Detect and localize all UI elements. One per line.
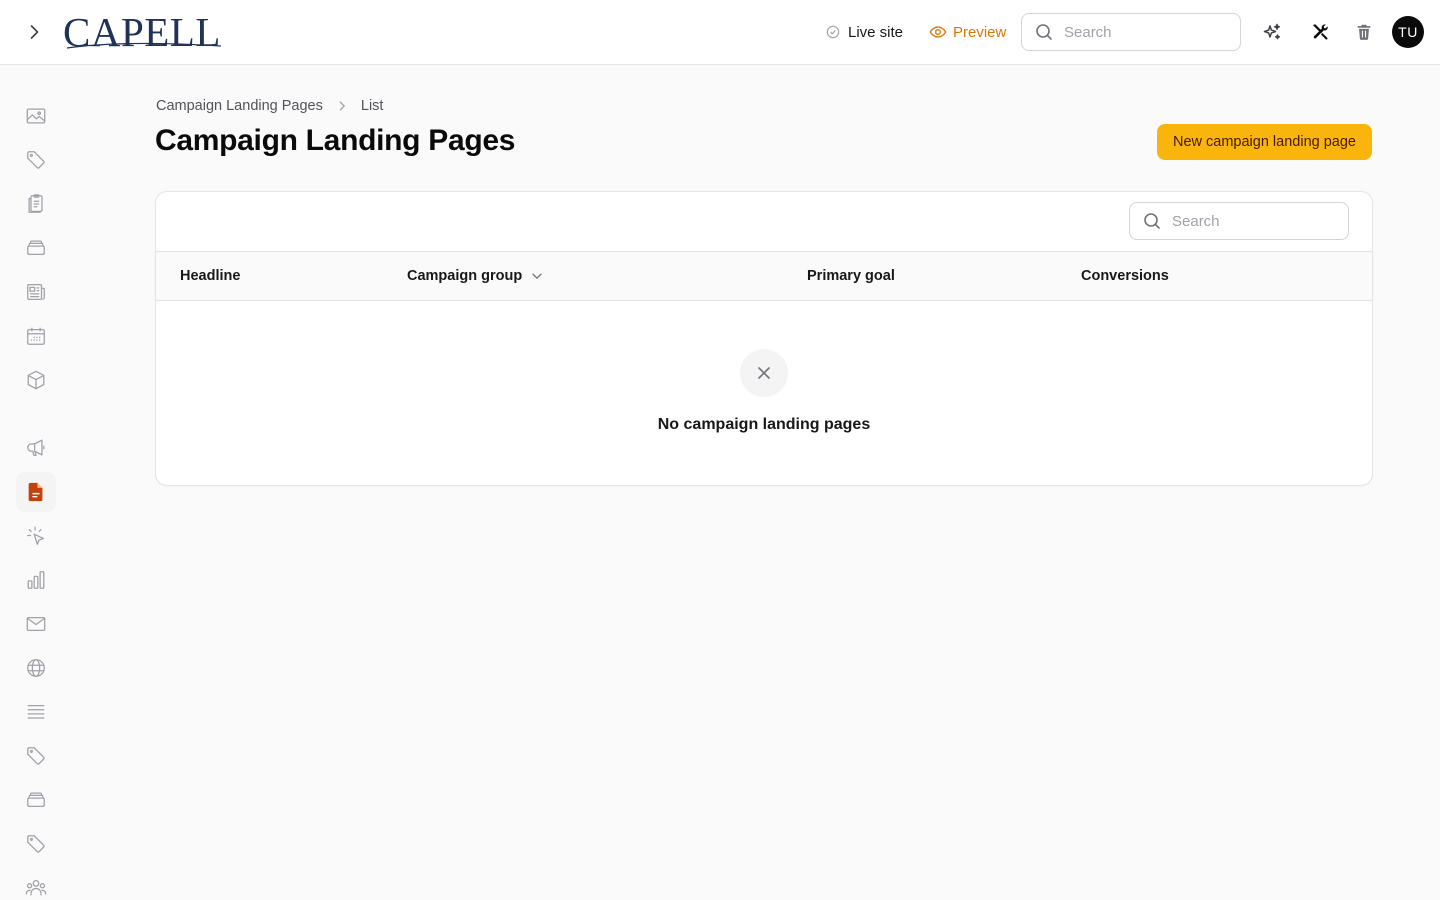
column-header-label: Conversions (1081, 268, 1169, 284)
sidebar-item-tags-3[interactable] (16, 824, 56, 864)
image-icon (26, 108, 46, 124)
tag-icon (27, 835, 45, 853)
expand-sidebar-button[interactable] (18, 16, 50, 48)
column-header-label: Headline (180, 268, 241, 284)
ai-sparkles-button[interactable] (1256, 16, 1288, 48)
sparkles-icon (1263, 23, 1281, 40)
page-title: Campaign Landing Pages (155, 124, 516, 157)
sidebar-item-sites[interactable] (16, 648, 56, 688)
table-search[interactable] (1129, 202, 1349, 240)
sidebar-item-tags-2[interactable] (16, 736, 56, 776)
empty-state: No campaign landing pages (156, 302, 1372, 485)
sidebar-item-events[interactable] (16, 316, 56, 356)
sidebar-item-analytics[interactable] (16, 560, 56, 600)
cursor-click-icon (27, 526, 44, 545)
empty-state-message: No campaign landing pages (657, 416, 871, 433)
sidebar-item-mail[interactable] (16, 604, 56, 644)
column-header-label: Campaign group (407, 268, 523, 284)
stack-icon (27, 792, 45, 808)
x-mark-icon (758, 367, 770, 379)
sidebar (0, 65, 72, 900)
envelope-icon (26, 616, 46, 632)
logo-swoosh (66, 42, 222, 49)
column-header-headline[interactable]: Headline (180, 268, 240, 284)
sidebar-item-collections[interactable] (16, 228, 56, 268)
table-toolbar (156, 192, 1372, 252)
breadcrumb: Campaign Landing Pages List (156, 96, 383, 116)
wrench-screwdriver-icon (1313, 24, 1328, 40)
sidebar-item-media[interactable] (16, 96, 56, 136)
check-circle-icon (826, 25, 840, 39)
global-search[interactable] (1021, 13, 1241, 51)
global-search-input[interactable] (1064, 23, 1214, 41)
live-site-label: Live site (848, 23, 904, 41)
tag-icon (27, 151, 45, 169)
tag-icon (27, 747, 45, 765)
newspaper-icon (27, 284, 45, 300)
empty-state-icon-wrap (740, 349, 788, 397)
new-campaign-landing-page-button[interactable]: New campaign landing page (1157, 124, 1372, 160)
user-avatar[interactable]: TU (1392, 16, 1424, 48)
megaphone-icon (27, 439, 45, 456)
brand-logo[interactable]: CAPELL (63, 10, 223, 53)
globe-icon (27, 659, 45, 677)
sidebar-item-tags[interactable] (16, 140, 56, 180)
search-icon (1036, 24, 1052, 40)
users-icon (25, 880, 47, 896)
sidebar-item-collections-2[interactable] (16, 780, 56, 820)
chevron-right-icon (30, 25, 39, 39)
document-icon (28, 482, 43, 502)
trash-icon (1357, 24, 1371, 40)
sidebar-item-lists[interactable] (16, 692, 56, 732)
table-header: Headline Campaign group Primary goal Con… (156, 252, 1372, 301)
bar-chart-icon (27, 571, 45, 589)
breadcrumb-current: List (360, 98, 384, 114)
live-site-link[interactable]: Live site (826, 20, 903, 44)
chevron-down-icon (532, 273, 542, 279)
table-card: Headline Campaign group Primary goal Con… (155, 191, 1373, 486)
trash-button[interactable] (1348, 16, 1380, 48)
chevron-right-icon (339, 101, 345, 111)
stack-icon (27, 240, 45, 256)
sidebar-item-clipboard[interactable] (16, 184, 56, 224)
column-header-label: Primary goal (807, 268, 895, 284)
sidebar-item-campaign-landing-pages[interactable] (16, 472, 56, 512)
sidebar-item-users[interactable] (16, 868, 56, 900)
column-header-conversions[interactable]: Conversions (1081, 268, 1169, 284)
preview-label: Preview (953, 23, 1007, 41)
top-bar: CAPELL Live site Preview TU (0, 0, 1440, 65)
tools-button[interactable] (1304, 16, 1336, 48)
sidebar-item-products[interactable] (16, 360, 56, 400)
column-header-primary-goal[interactable]: Primary goal (807, 268, 895, 284)
column-header-campaign-group[interactable]: Campaign group (407, 268, 544, 284)
calendar-icon (27, 327, 45, 345)
clipboard-icon (28, 194, 43, 213)
sidebar-item-news[interactable] (16, 272, 56, 312)
list-icon (27, 704, 45, 719)
sidebar-item-click-tracking[interactable] (16, 516, 56, 556)
preview-link[interactable]: Preview (929, 20, 1006, 44)
cube-icon (27, 370, 45, 390)
breadcrumb-parent-link[interactable]: Campaign Landing Pages (156, 98, 323, 114)
sidebar-item-campaigns[interactable] (16, 428, 56, 468)
table-search-input[interactable] (1172, 212, 1322, 230)
search-icon (1144, 213, 1160, 229)
eye-icon (929, 26, 947, 38)
